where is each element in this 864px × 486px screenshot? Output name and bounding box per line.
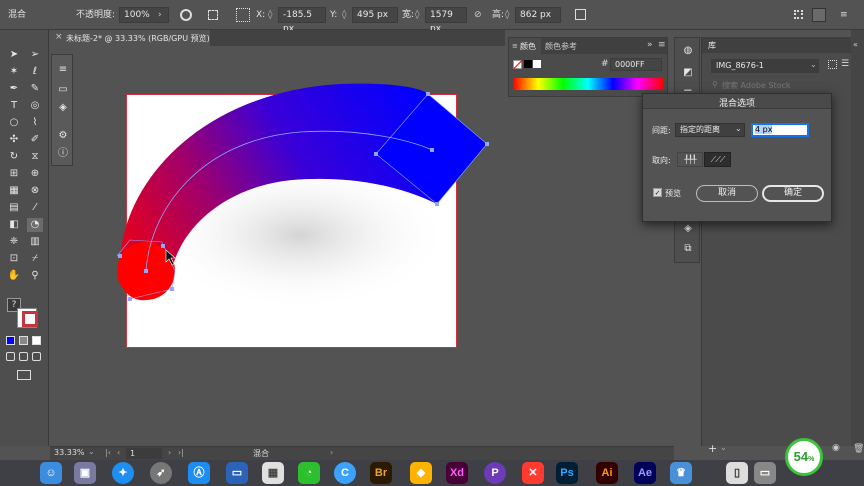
- add-dropdown-icon[interactable]: ⌄: [720, 443, 727, 452]
- browser-icon[interactable]: C: [334, 462, 356, 484]
- panel-menu-icon[interactable]: ≡: [658, 40, 666, 50]
- hex-field[interactable]: 0000FF: [610, 58, 662, 71]
- progress-badge[interactable]: 54%: [785, 438, 823, 476]
- library-dropdown[interactable]: IMG_8676-1: [711, 59, 819, 73]
- white-swatch[interactable]: [533, 60, 541, 68]
- xmind-icon[interactable]: ✕: [522, 462, 544, 484]
- status-bar: 33.33% ⌄ |‹ ‹ 1 › ›| 混合 ›: [50, 446, 674, 460]
- anchor-point[interactable]: [426, 92, 430, 96]
- layers-icon[interactable]: ◈: [680, 222, 696, 236]
- anchor-point[interactable]: [161, 244, 165, 248]
- bridge-icon[interactable]: Br: [370, 462, 392, 484]
- finder-icon[interactable]: ☺: [40, 462, 62, 484]
- search-icon: ⚲: [712, 80, 718, 89]
- photos-viewer-icon[interactable]: ▣: [74, 462, 96, 484]
- preview-checkbox[interactable]: ✓: [653, 188, 662, 197]
- anchor-point[interactable]: [170, 287, 174, 291]
- progress-badge-value: 54: [793, 449, 809, 464]
- align-to-page-icon[interactable]: ╀╀╀: [677, 152, 703, 167]
- sync-icon[interactable]: ◉: [832, 443, 840, 453]
- anchor-point[interactable]: [374, 152, 378, 156]
- ok-button[interactable]: 确定: [762, 185, 824, 202]
- tab-color-label: 颜色: [520, 42, 536, 51]
- color-panel: ≡ 颜色 颜色参考 » ≡ # 0000FF: [508, 37, 668, 97]
- safari-icon[interactable]: ✦: [112, 462, 134, 484]
- last-page-icon[interactable]: ›|: [178, 448, 184, 457]
- black-swatch[interactable]: [524, 60, 532, 68]
- photo-app-icon[interactable]: ▦: [262, 462, 284, 484]
- page-field[interactable]: 1: [126, 448, 162, 459]
- launchpad-icon[interactable]: ➶: [150, 462, 172, 484]
- preview-label: 预览: [665, 189, 681, 198]
- select-arrow-icon[interactable]: ⌄: [735, 124, 742, 133]
- media-app-icon[interactable]: ♛: [670, 462, 692, 484]
- anchor-point[interactable]: [485, 142, 489, 146]
- prev-page-icon[interactable]: ‹: [117, 448, 120, 457]
- anchor-point[interactable]: [118, 254, 122, 258]
- panel-grip-icon: ≡: [512, 42, 518, 50]
- collapse-icon[interactable]: «: [853, 40, 858, 49]
- blend-options-dialog: 混合选项 间距: 指定的距离 ⌄ 4 px 取向: ╀╀╀ ⟋⟋⟋ ✓ 预览 取…: [642, 93, 832, 222]
- spacing-label: 间距:: [652, 126, 671, 135]
- xd-icon[interactable]: Xd: [446, 462, 468, 484]
- collapse-panel-icon[interactable]: »: [647, 40, 653, 50]
- spacing-value-input[interactable]: 4 px: [751, 123, 809, 137]
- anchor-point[interactable]: [128, 297, 132, 301]
- app-store-icon[interactable]: Ⓐ: [188, 462, 210, 484]
- stock-search-input[interactable]: 搜索 Adobe Stock: [722, 80, 791, 91]
- zoom-level[interactable]: 33.33%: [54, 448, 85, 457]
- list-view-icon[interactable]: ☰: [841, 59, 849, 69]
- pages-icon[interactable]: P: [484, 462, 506, 484]
- after-effects-icon[interactable]: Ae: [634, 462, 656, 484]
- illustrator-icon[interactable]: Ai: [596, 462, 618, 484]
- keynote-icon[interactable]: ▭: [226, 462, 248, 484]
- color-spectrum[interactable]: [513, 78, 663, 90]
- anchor-point[interactable]: [435, 202, 439, 206]
- grid-view-icon[interactable]: [828, 60, 837, 69]
- anchor-point[interactable]: [430, 148, 434, 152]
- library-title: 库: [708, 41, 716, 50]
- color-guide-icon[interactable]: ◍: [680, 44, 696, 58]
- tab-color[interactable]: ≡ 颜色: [509, 38, 541, 54]
- current-tool-label: 混合: [253, 449, 269, 458]
- progress-badge-unit: %: [808, 456, 815, 463]
- status-arrow-icon[interactable]: ›: [330, 448, 333, 457]
- trash-icon[interactable]: 🗑: [853, 444, 864, 454]
- file-icon[interactable]: ▭: [754, 462, 776, 484]
- hex-label: #: [601, 59, 609, 69]
- color-panel-tabs: ≡ 颜色 颜色参考 » ≡: [509, 38, 667, 54]
- orientation-label: 取向:: [652, 156, 671, 165]
- cancel-button[interactable]: 取消: [696, 185, 758, 202]
- gradient-icon[interactable]: ◩: [680, 66, 696, 80]
- zoom-dropdown-icon[interactable]: ⌄: [88, 447, 95, 456]
- first-page-icon[interactable]: |‹: [105, 448, 111, 457]
- tab-color-guide[interactable]: 颜色参考: [545, 41, 577, 52]
- artboards-icon[interactable]: ⧉: [680, 242, 696, 256]
- dropdown-arrow-icon[interactable]: ⌄: [810, 60, 817, 69]
- document-icon[interactable]: ▯: [726, 462, 748, 484]
- wechat-icon[interactable]: ◔: [298, 462, 320, 484]
- add-icon[interactable]: +: [708, 442, 717, 455]
- dock: ☺ ▣ ✦ ➶ Ⓐ ▭ ▦ ◔ C Br ◆ Xd P ✕ Ps Ai Ae ♛…: [0, 460, 864, 486]
- sketch-icon[interactable]: ◆: [410, 462, 432, 484]
- align-to-path-icon[interactable]: ⟋⟋⟋: [704, 152, 731, 167]
- library-header: 库: [702, 37, 852, 53]
- spacing-value-text: 4 px: [755, 125, 773, 134]
- anchor-point[interactable]: [144, 269, 148, 273]
- photoshop-icon[interactable]: Ps: [556, 462, 578, 484]
- collapsed-panel-strip: « 🗑: [851, 30, 864, 454]
- dialog-title: 混合选项: [718, 99, 755, 109]
- dialog-titlebar[interactable]: 混合选项: [643, 94, 831, 109]
- next-page-icon[interactable]: ›: [168, 448, 171, 457]
